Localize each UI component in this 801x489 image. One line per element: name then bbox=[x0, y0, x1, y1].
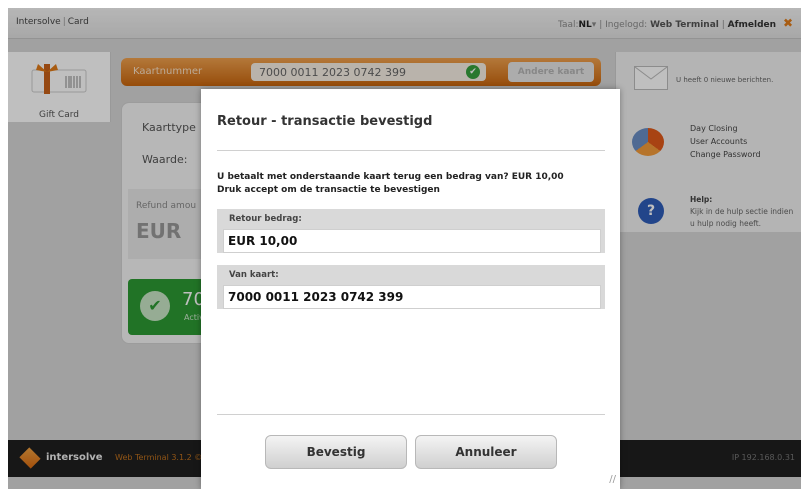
amount-field: EUR 10,00 bbox=[223, 229, 601, 253]
dialog-question: U betaalt met onderstaande kaart terug e… bbox=[217, 171, 564, 197]
confirm-button[interactable]: Bevestig bbox=[265, 435, 407, 469]
card-field: 7000 0011 2023 0742 399 bbox=[223, 285, 601, 309]
card-value: 7000 0011 2023 0742 399 bbox=[228, 290, 404, 304]
question-line-2: Druk accept om de transactie te bevestig… bbox=[217, 185, 440, 195]
cancel-button[interactable]: Annuleer bbox=[415, 435, 557, 469]
resize-grip-icon[interactable]: // bbox=[609, 474, 616, 485]
card-label: Van kaart: bbox=[229, 270, 279, 280]
amount-group: Retour bedrag: EUR 10,00 bbox=[217, 209, 605, 253]
amount-label: Retour bedrag: bbox=[229, 214, 302, 224]
amount-value: EUR 10,00 bbox=[228, 234, 298, 248]
card-group: Van kaart: 7000 0011 2023 0742 399 bbox=[217, 265, 605, 309]
question-line-1: U betaalt met onderstaande kaart terug e… bbox=[217, 172, 564, 182]
divider bbox=[217, 150, 605, 151]
confirm-dialog: Retour - transactie bevestigd U betaalt … bbox=[201, 89, 620, 489]
divider bbox=[217, 414, 605, 415]
dialog-title: Retour - transactie bevestigd bbox=[217, 114, 433, 129]
